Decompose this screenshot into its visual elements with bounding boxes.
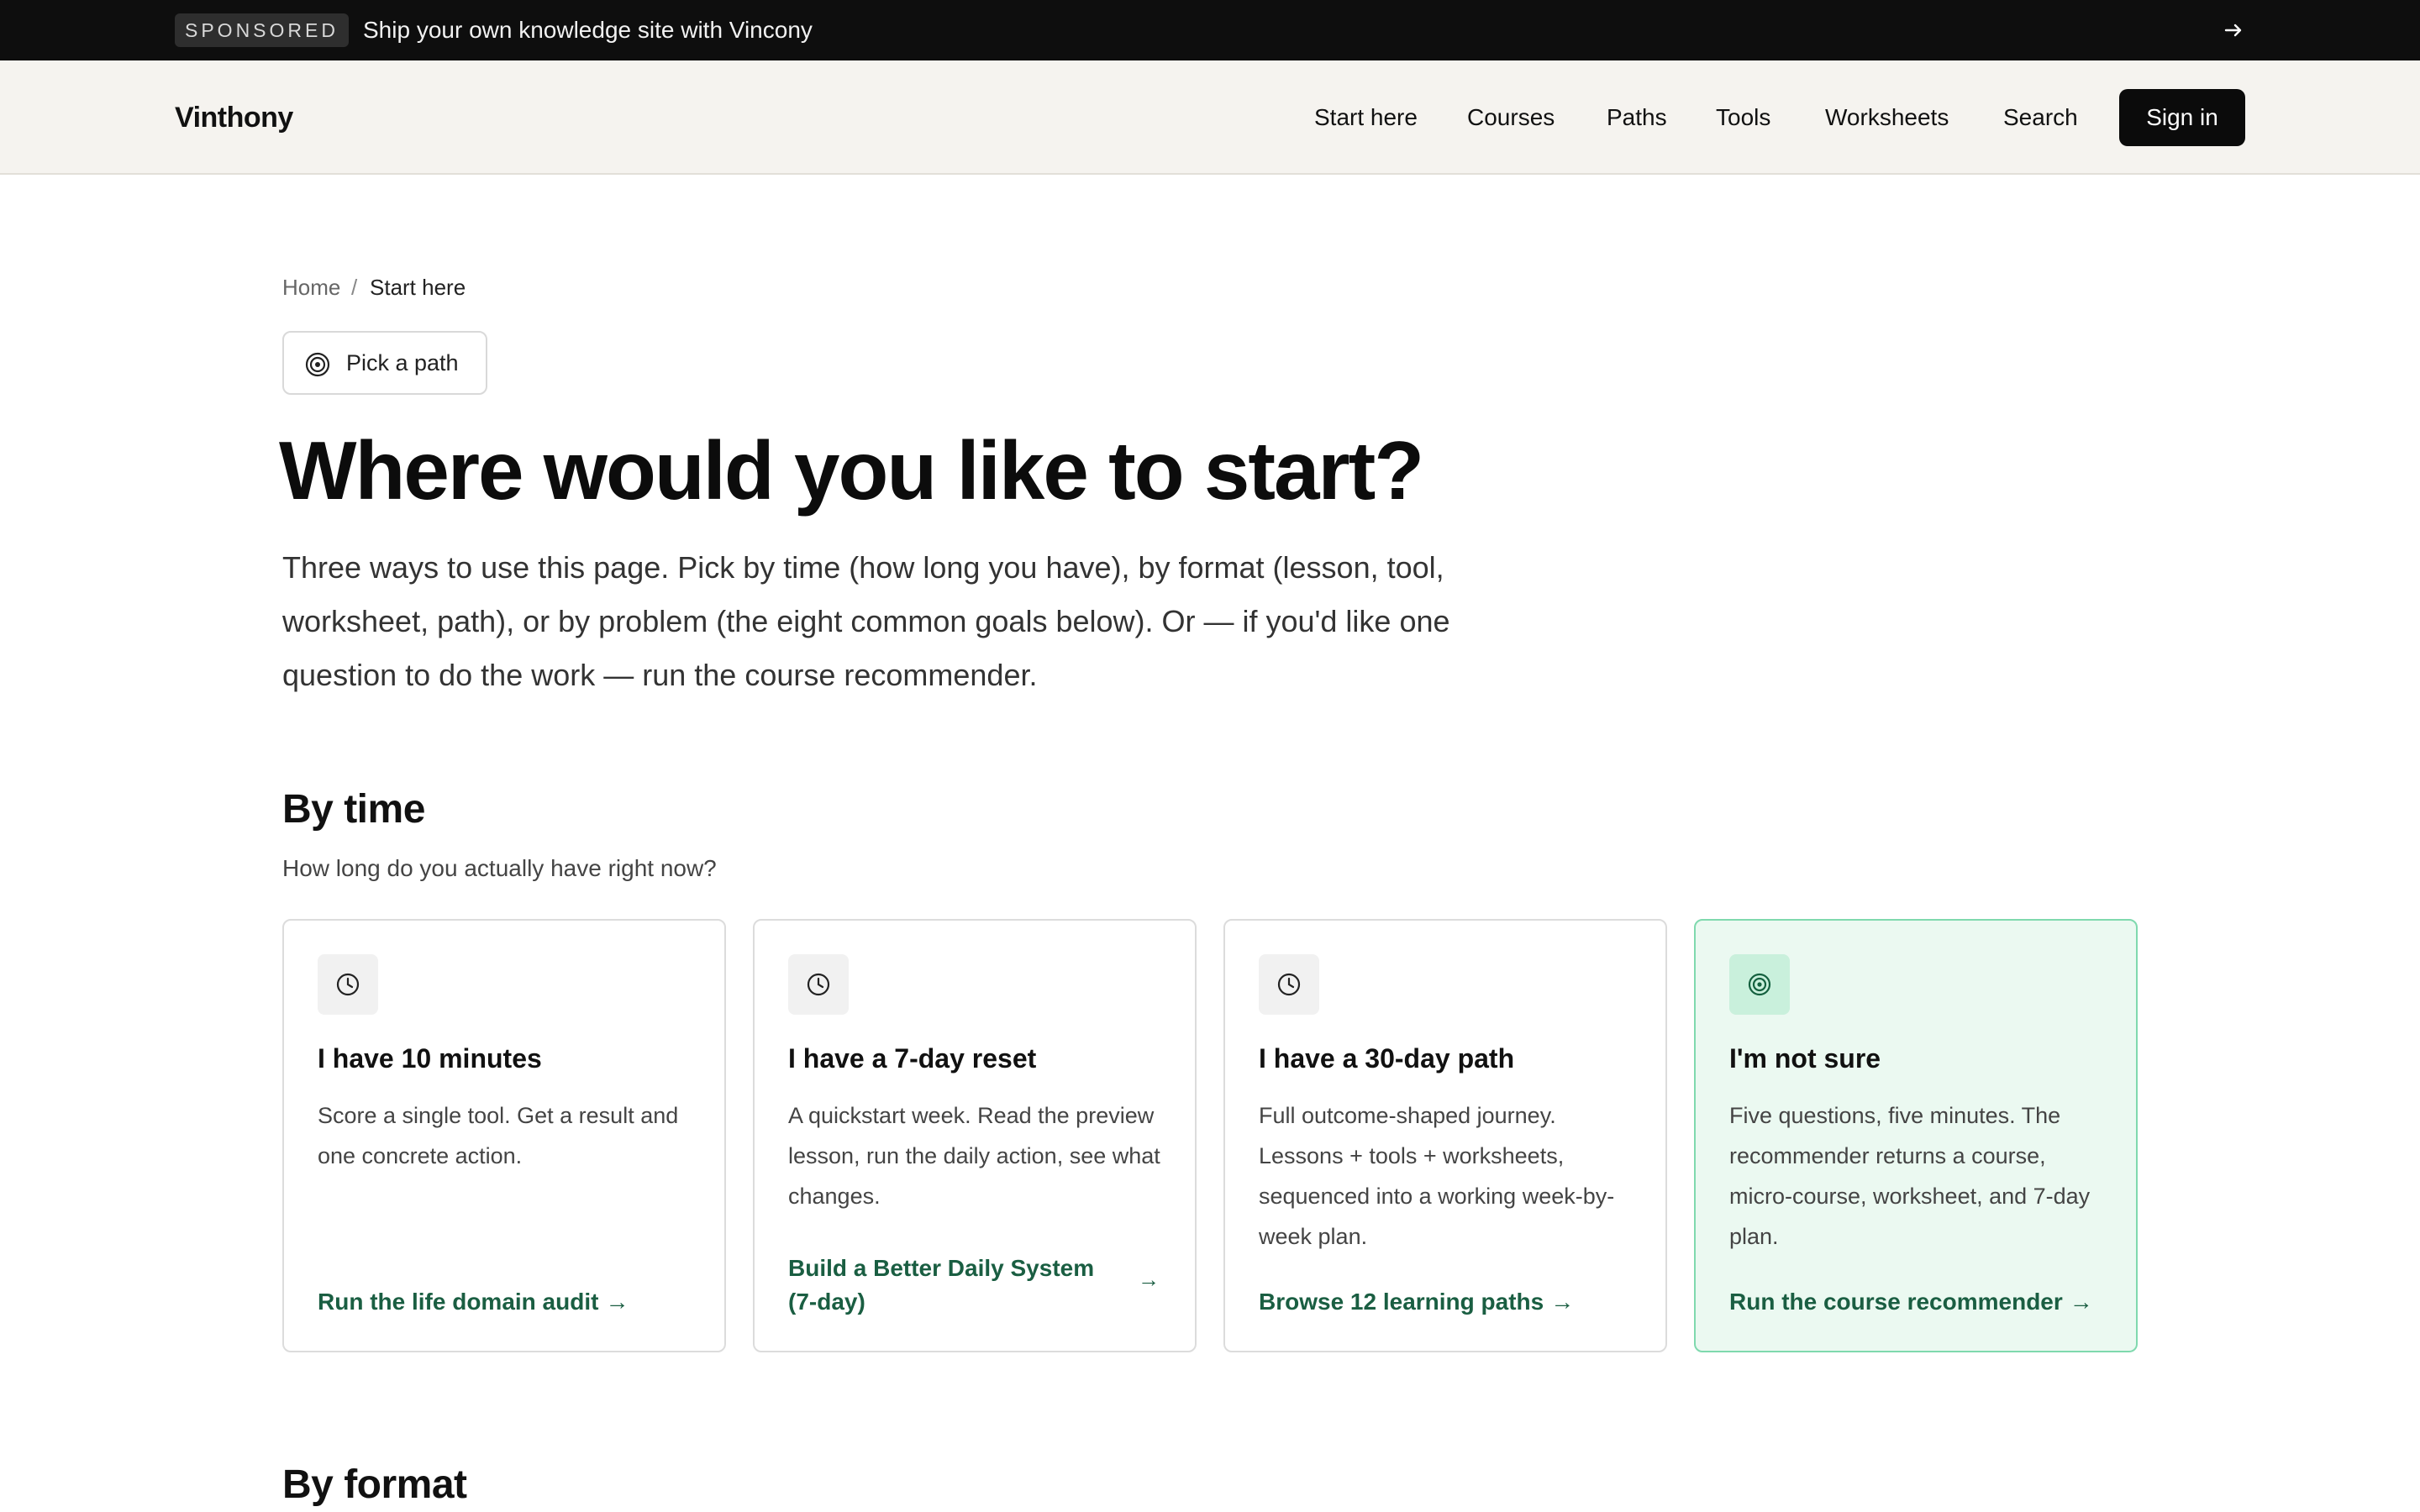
- arrow-right-icon[interactable]: →: [1138, 1267, 1160, 1293]
- nav-worksheets[interactable]: Worksheets: [1825, 60, 1949, 175]
- section-title-by-time: By time: [282, 787, 425, 832]
- target-icon: [1729, 954, 1790, 1015]
- site-logo[interactable]: Vinthony: [175, 60, 293, 175]
- card-link-daily-system[interactable]: Build a Better Daily System (7-day): [788, 1252, 1124, 1319]
- clock-icon: [788, 954, 849, 1015]
- sponsor-text[interactable]: Ship your own knowledge site with Vincon…: [363, 0, 813, 60]
- breadcrumb-home[interactable]: Home: [282, 272, 340, 302]
- card-link-label: Run the life domain audit: [318, 1289, 599, 1315]
- arrow-right-icon: →: [605, 1289, 629, 1315]
- breadcrumb-separator: /: [351, 275, 358, 300]
- card-7-day-reset[interactable]: I have a 7-day reset A quickstart week. …: [753, 919, 1197, 1352]
- site-header: Vinthony Start here Courses Paths Tools …: [0, 60, 2420, 175]
- card-10-minutes[interactable]: I have 10 minutes Score a single tool. G…: [282, 919, 726, 1352]
- breadcrumb-current: Start here: [370, 275, 466, 300]
- card-description: A quickstart week. Read the preview less…: [788, 1103, 1160, 1209]
- clock-icon: [1259, 954, 1319, 1015]
- card-description: Full outcome-shaped journey. Lessons + t…: [1259, 1103, 1615, 1249]
- sponsor-bar[interactable]: SPONSORED Ship your own knowledge site w…: [0, 0, 2420, 60]
- card-30-day-path[interactable]: I have a 30-day path Full outcome-shaped…: [1223, 919, 1667, 1352]
- card-title: I have a 30-day path: [1259, 1043, 1515, 1074]
- page-title: Where would you like to start?: [279, 424, 1424, 517]
- sponsor-badge: SPONSORED: [175, 13, 349, 47]
- arrow-right-icon: →: [2069, 1289, 2093, 1315]
- nav-paths[interactable]: Paths: [1607, 60, 1667, 175]
- card-link-life-domain-audit[interactable]: Run the life domain audit →: [318, 1285, 629, 1319]
- card-title: I have 10 minutes: [318, 1043, 542, 1074]
- arrow-right-icon[interactable]: [2218, 15, 2249, 45]
- card-description: Five questions, five minutes. The recomm…: [1729, 1103, 2091, 1249]
- arrow-right-icon: →: [1550, 1289, 1575, 1315]
- pick-a-path-pill[interactable]: Pick a path: [282, 331, 487, 395]
- pill-label: Pick a path: [346, 350, 459, 375]
- nav-courses[interactable]: Courses: [1467, 60, 1555, 175]
- nav-search[interactable]: Search: [2003, 60, 2078, 175]
- card-title: I'm not sure: [1729, 1043, 1881, 1074]
- nav-tools[interactable]: Tools: [1716, 60, 1770, 175]
- card-link-label: Browse 12 learning paths: [1259, 1289, 1544, 1315]
- clock-icon: [318, 954, 378, 1015]
- card-link-label: Run the course recommender: [1729, 1289, 2063, 1315]
- section-title-by-format: By format: [282, 1462, 467, 1507]
- target-icon: [304, 351, 331, 378]
- card-link-course-recommender[interactable]: Run the course recommender →: [1729, 1285, 2093, 1319]
- nav-start-here[interactable]: Start here: [1314, 60, 1418, 175]
- card-not-sure[interactable]: I'm not sure Five questions, five minute…: [1694, 919, 2138, 1352]
- sign-in-button[interactable]: Sign in: [2119, 89, 2245, 146]
- card-description: Score a single tool. Get a result and on…: [318, 1103, 679, 1168]
- card-link-label: Build a Better Daily System (7-day): [788, 1255, 1095, 1315]
- section-subtitle-by-time: How long do you actually have right now?: [282, 855, 717, 881]
- card-link-learning-paths[interactable]: Browse 12 learning paths →: [1259, 1285, 1574, 1319]
- intro-paragraph: Three ways to use this page. Pick by tim…: [282, 550, 1450, 692]
- card-title: I have a 7-day reset: [788, 1043, 1037, 1074]
